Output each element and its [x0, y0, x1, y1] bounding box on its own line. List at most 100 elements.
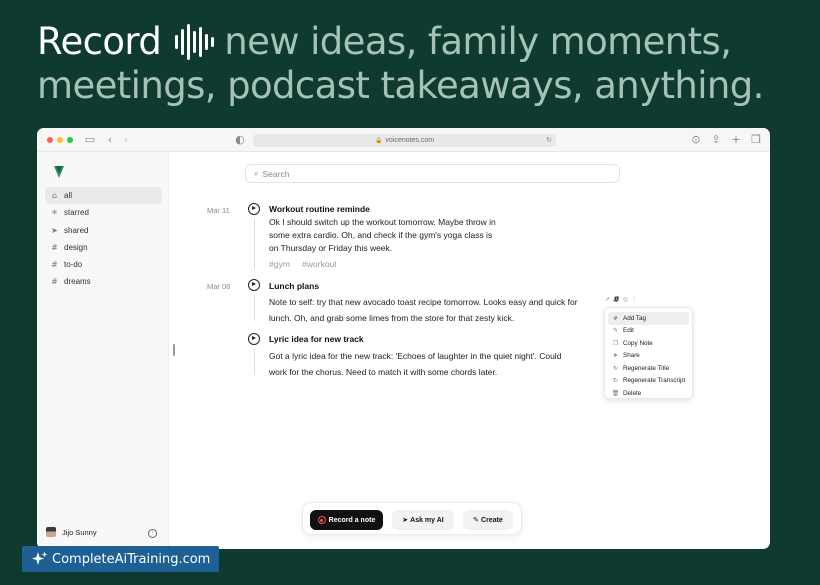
search-input[interactable] [262, 168, 593, 179]
back-icon[interactable]: ‹ [102, 132, 118, 148]
new-tab-icon[interactable]: + [728, 132, 744, 148]
minimize-window-button[interactable] [57, 137, 63, 143]
pencil-icon: ✎ [612, 327, 619, 335]
hash-icon: # [51, 277, 58, 287]
voicenotes-logo[interactable] [54, 166, 64, 178]
share-icon[interactable]: ⇗ [605, 296, 610, 303]
note-title[interactable]: Lunch plans [269, 281, 319, 291]
note-line: Got a lyric idea for the new track: 'Ech… [269, 351, 562, 361]
browser-titlebar: ▭ ‹ › ◐ 🔒 voicenotes.com ↻ ⊙ ⇪ + ❐ [37, 128, 770, 152]
note-title[interactable]: Lyric idea for new track [269, 334, 364, 344]
menu-item-regenerate-transcript[interactable]: ↻ Regenerate Transcript [608, 375, 689, 388]
more-icon[interactable]: ⋮ [631, 296, 637, 303]
headline-record-word: Record [37, 20, 162, 63]
action-bar: Record a note ➤ Ask my AI ✎ Create [302, 502, 522, 535]
menu-item-delete[interactable]: 🗑 Delete [608, 387, 689, 400]
note-date: Mar 11 [207, 206, 230, 215]
sparkle-logo-icon [32, 551, 48, 565]
search-icon: ⌕ [254, 168, 259, 178]
address-bar[interactable]: 🔒 voicenotes.com ↻ [253, 134, 556, 147]
sidebar: ⌂ all ✳ starred ➤ shared # design # to-do # dreams … [37, 152, 169, 549]
refresh-icon: ↻ [612, 377, 619, 385]
ask-ai-button[interactable]: ➤ Ask my AI [392, 510, 454, 530]
sidebar-item-shared[interactable]: ➤ shared [45, 222, 162, 239]
tabs-overview-icon[interactable]: ❐ [748, 132, 764, 148]
check-icon[interactable]: ◎ [623, 296, 628, 303]
tag-chip[interactable]: #workout [302, 259, 337, 269]
note-title[interactable]: Workout routine reminde [269, 204, 370, 214]
forward-icon[interactable]: › [118, 132, 134, 148]
copy-icon: ❐ [612, 339, 619, 347]
avatar [46, 527, 56, 537]
menu-item-regenerate-title[interactable]: ↻ Regenerate Title [608, 362, 689, 375]
menu-item-add-tag[interactable]: # Add Tag [608, 312, 689, 325]
user-menu-icon[interactable]: ↑ [148, 529, 157, 538]
user-profile[interactable]: Jijo Sunny [46, 527, 97, 537]
menu-item-label: Regenerate Title [623, 364, 670, 372]
note-body[interactable]: Ok I should switch up the workout tomorr… [269, 216, 496, 255]
download-icon[interactable]: ⊙ [688, 132, 704, 148]
sidebar-item-label: design [64, 242, 88, 252]
inbox-icon: ⌂ [51, 191, 58, 200]
menu-item-label: Edit [623, 327, 634, 335]
menu-item-share[interactable]: ➤ Share [608, 350, 689, 363]
share-icon: ➤ [612, 352, 619, 360]
maximize-window-button[interactable] [67, 137, 73, 143]
sidebar-toggle-icon[interactable]: ▭ [82, 132, 98, 148]
waveform-icon [175, 24, 215, 60]
sidebar-item-design[interactable]: # design [45, 239, 162, 256]
share-icon[interactable]: ⇪ [708, 132, 724, 148]
reload-icon[interactable]: ↻ [546, 134, 552, 147]
brand-text: CompleteAiTraining.com [52, 551, 211, 567]
menu-item-label: Delete [623, 389, 642, 397]
hash-icon: # [51, 242, 58, 252]
play-icon[interactable] [248, 203, 260, 215]
play-icon[interactable] [248, 279, 260, 291]
sidebar-item-all[interactable]: ⌂ all [45, 187, 162, 204]
create-label: Create [481, 516, 503, 524]
note-hover-toolbar: ⇗ # ◎ ⋮ [605, 295, 637, 304]
play-icon[interactable] [248, 333, 260, 345]
menu-item-edit[interactable]: ✎ Edit [608, 325, 689, 338]
shield-icon[interactable]: ◐ [232, 132, 248, 148]
lock-icon: 🔒 [374, 138, 383, 144]
user-name: Jijo Sunny [62, 527, 97, 537]
search-bar[interactable]: ⌕ [245, 164, 620, 183]
sidebar-item-to-do[interactable]: # to-do [45, 256, 162, 273]
note-divider [254, 295, 255, 321]
url-text: voicenotes.com [385, 137, 435, 144]
note-body[interactable]: Got a lyric idea for the new track: 'Ech… [269, 349, 561, 380]
record-label: Record a note [328, 516, 376, 524]
record-note-button[interactable]: Record a note [310, 510, 383, 530]
note-body[interactable]: Note to self: try that new avocado toast… [269, 295, 578, 326]
note-context-menu: # Add Tag ✎ Edit ❐ Copy Note ➤ Share ↻ Regenerate… [604, 307, 693, 399]
headline-line-1: Record new ideas, family moments, [37, 20, 764, 64]
send-icon: ➤ [51, 225, 58, 235]
note-line: some extra cardio. Oh, and check if the … [269, 230, 493, 240]
refresh-icon: ↻ [612, 364, 619, 372]
sidebar-resize-handle[interactable] [173, 344, 175, 356]
note-tags: #gym #workout [269, 259, 347, 269]
note-line: Note to self: try that new avocado toast… [269, 297, 578, 307]
menu-item-label: Add Tag [623, 314, 646, 322]
note-line: work for the chorus. Need to match it wi… [269, 366, 498, 377]
sidebar-item-label: to-do [64, 260, 83, 270]
sidebar-item-starred[interactable]: ✳ starred [45, 204, 162, 221]
headline-line-2: meetings, podcast takeaways, anything. [37, 64, 764, 107]
record-icon [317, 516, 326, 524]
hash-icon[interactable]: # [613, 295, 620, 304]
sidebar-item-dreams[interactable]: # dreams [45, 273, 162, 290]
menu-item-label: Share [623, 352, 640, 360]
sidebar-nav: ⌂ all ✳ starred ➤ shared # design # to-do # dreams [45, 187, 162, 291]
create-button[interactable]: ✎ Create [463, 510, 513, 530]
menu-item-copy-note[interactable]: ❐ Copy Note [608, 337, 689, 350]
sidebar-item-label: all [64, 191, 73, 200]
menu-item-label: Copy Note [623, 339, 653, 347]
close-window-button[interactable] [47, 137, 53, 143]
tag-chip[interactable]: #gym [269, 259, 290, 269]
headline-rest-1: new ideas, family moments, [224, 20, 732, 63]
note-date: Mar 08 [207, 282, 231, 291]
hero-headline: Record new ideas, family moments, meetin… [37, 20, 764, 108]
trash-icon: 🗑 [611, 389, 620, 397]
hash-icon: # [612, 314, 619, 322]
